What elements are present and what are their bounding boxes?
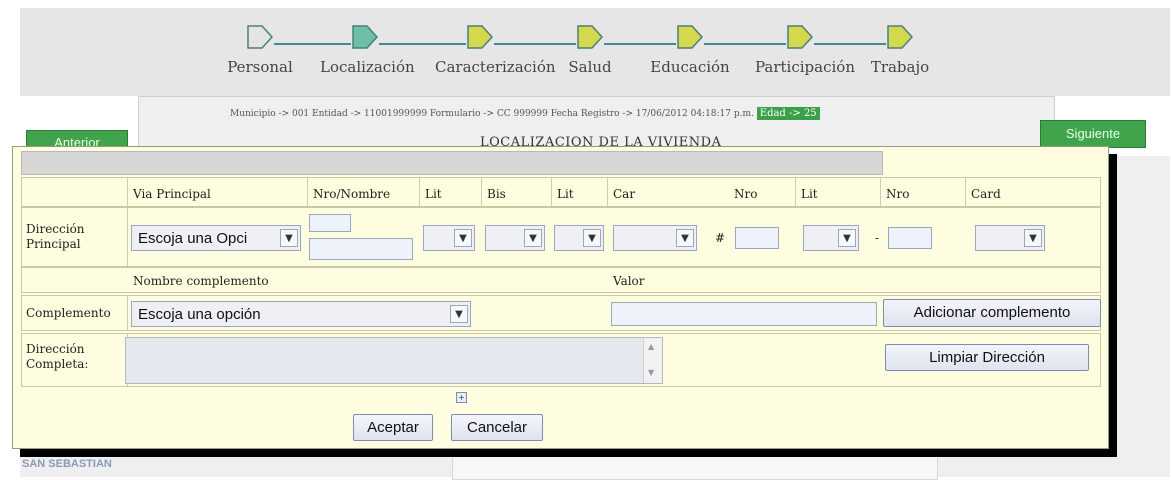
step-marker-icon bbox=[887, 25, 914, 49]
header-lit-1: Lit bbox=[425, 187, 442, 201]
cancelar-button[interactable]: Cancelar bbox=[451, 414, 543, 441]
chevron-down-icon: ▼ bbox=[676, 229, 694, 247]
location-link[interactable]: SAN SEBASTIAN bbox=[22, 458, 112, 470]
age-badge: Edad -> 25 bbox=[756, 107, 820, 120]
via-principal-select-value: Escoja una Opci bbox=[138, 230, 248, 247]
direccion-completa-textarea[interactable]: ▲ ▼ bbox=[125, 337, 663, 384]
wizard-step[interactable]: Caracterización bbox=[435, 22, 556, 76]
chevron-down-icon: ▼ bbox=[450, 305, 468, 323]
chevron-down-icon: ▼ bbox=[280, 229, 298, 247]
wizard-step-label: Caracterización bbox=[435, 58, 556, 76]
complemento-valor-input[interactable] bbox=[611, 302, 877, 326]
next-button[interactable]: Siguiente bbox=[1040, 120, 1146, 148]
wizard-step-label: Participación bbox=[755, 58, 855, 76]
expand-icon[interactable]: + bbox=[456, 392, 467, 403]
nro-1-input[interactable] bbox=[735, 227, 779, 249]
complemento-label: Complemento bbox=[26, 306, 111, 320]
nro-2-input[interactable] bbox=[888, 227, 932, 249]
via-principal-select[interactable]: Escoja una Opci ▼ bbox=[131, 225, 301, 251]
card-select[interactable]: ▼ bbox=[975, 225, 1045, 251]
wizard-step-label: Educación bbox=[650, 58, 730, 76]
lit-1-select[interactable]: ▼ bbox=[423, 225, 475, 251]
header-nro-2: Nro bbox=[886, 187, 910, 201]
header-car: Car bbox=[613, 187, 636, 201]
header-card: Card bbox=[971, 187, 1001, 201]
nro-nombre-number-input[interactable] bbox=[309, 214, 351, 232]
wizard-bar: Personal Localización Caracterización Salud… bbox=[20, 8, 1170, 97]
hash-symbol: # bbox=[715, 231, 726, 245]
header-nombre-complemento: Nombre complemento bbox=[133, 274, 269, 288]
wizard-step-label: Salud bbox=[568, 58, 612, 76]
direccion-completa-label: Dirección Completa: bbox=[26, 342, 89, 371]
step-marker-icon bbox=[787, 25, 814, 49]
chevron-down-icon: ▼ bbox=[524, 229, 542, 247]
wizard-step[interactable]: Localización bbox=[320, 22, 415, 76]
lit-3-select[interactable]: ▼ bbox=[803, 225, 859, 251]
header-nro-1: Nro bbox=[734, 187, 758, 201]
complemento-select[interactable]: Escoja una opción ▼ bbox=[131, 301, 471, 327]
nro-nombre-name-input[interactable] bbox=[309, 238, 413, 260]
address-header-row: Via Principal Nro/Nombre Lit Bis Lit Car… bbox=[21, 177, 1101, 207]
wizard-step[interactable]: Participación bbox=[755, 22, 855, 76]
car-select[interactable]: ▼ bbox=[613, 225, 697, 251]
chevron-down-icon: ▼ bbox=[454, 229, 472, 247]
breadcrumb-text: Municipio -> 001 Entidad -> 11001999999 … bbox=[230, 109, 754, 119]
limpiar-direccion-button[interactable]: Limpiar Dirección bbox=[885, 344, 1089, 371]
header-bis: Bis bbox=[487, 187, 506, 201]
address-dialog: Via Principal Nro/Nombre Lit Bis Lit Car… bbox=[12, 146, 1109, 449]
chevron-down-icon: ▼ bbox=[838, 229, 856, 247]
step-marker-icon bbox=[352, 25, 379, 49]
step-marker-icon bbox=[577, 25, 604, 49]
header-nro-nombre: Nro/Nombre bbox=[313, 187, 391, 201]
chevron-down-icon: ▼ bbox=[1024, 229, 1042, 247]
wizard-step-label: Trabajo bbox=[870, 58, 930, 76]
aceptar-button[interactable]: Aceptar bbox=[353, 414, 433, 441]
scroll-up-icon[interactable]: ▲ bbox=[648, 342, 654, 351]
step-marker-icon bbox=[467, 25, 494, 49]
chevron-down-icon: ▼ bbox=[583, 229, 601, 247]
wizard-steps: Personal Localización Caracterización Salud… bbox=[20, 8, 1170, 96]
header-valor: Valor bbox=[613, 274, 645, 288]
header-lit-3: Lit bbox=[801, 187, 818, 201]
textarea-scrollbar[interactable]: ▲ ▼ bbox=[643, 338, 662, 383]
direccion-principal-label: Dirección Principal bbox=[26, 222, 85, 251]
header-lit-2: Lit bbox=[557, 187, 574, 201]
dialog-titlebar[interactable] bbox=[21, 151, 883, 175]
wizard-step[interactable]: Salud bbox=[545, 22, 635, 76]
dash-symbol: - bbox=[875, 231, 880, 245]
record-breadcrumb: Municipio -> 001 Entidad -> 11001999999 … bbox=[230, 107, 820, 120]
adicionar-complemento-button[interactable]: Adicionar complemento bbox=[883, 299, 1101, 327]
wizard-step-label: Personal bbox=[227, 58, 293, 76]
wizard-step[interactable]: Personal bbox=[215, 22, 305, 76]
complemento-select-value: Escoja una opción bbox=[138, 306, 261, 323]
bis-select[interactable]: ▼ bbox=[485, 225, 545, 251]
header-via-principal: Via Principal bbox=[133, 187, 211, 201]
complemento-header-row: Nombre complemento Valor bbox=[21, 267, 1101, 293]
step-marker-icon bbox=[247, 25, 274, 49]
wizard-step[interactable]: Trabajo bbox=[855, 22, 945, 76]
wizard-step[interactable]: Educación bbox=[645, 22, 735, 76]
step-marker-icon bbox=[677, 25, 704, 49]
wizard-step-label: Localización bbox=[320, 58, 415, 76]
lit-2-select[interactable]: ▼ bbox=[554, 225, 604, 251]
scroll-down-icon[interactable]: ▼ bbox=[648, 368, 654, 377]
